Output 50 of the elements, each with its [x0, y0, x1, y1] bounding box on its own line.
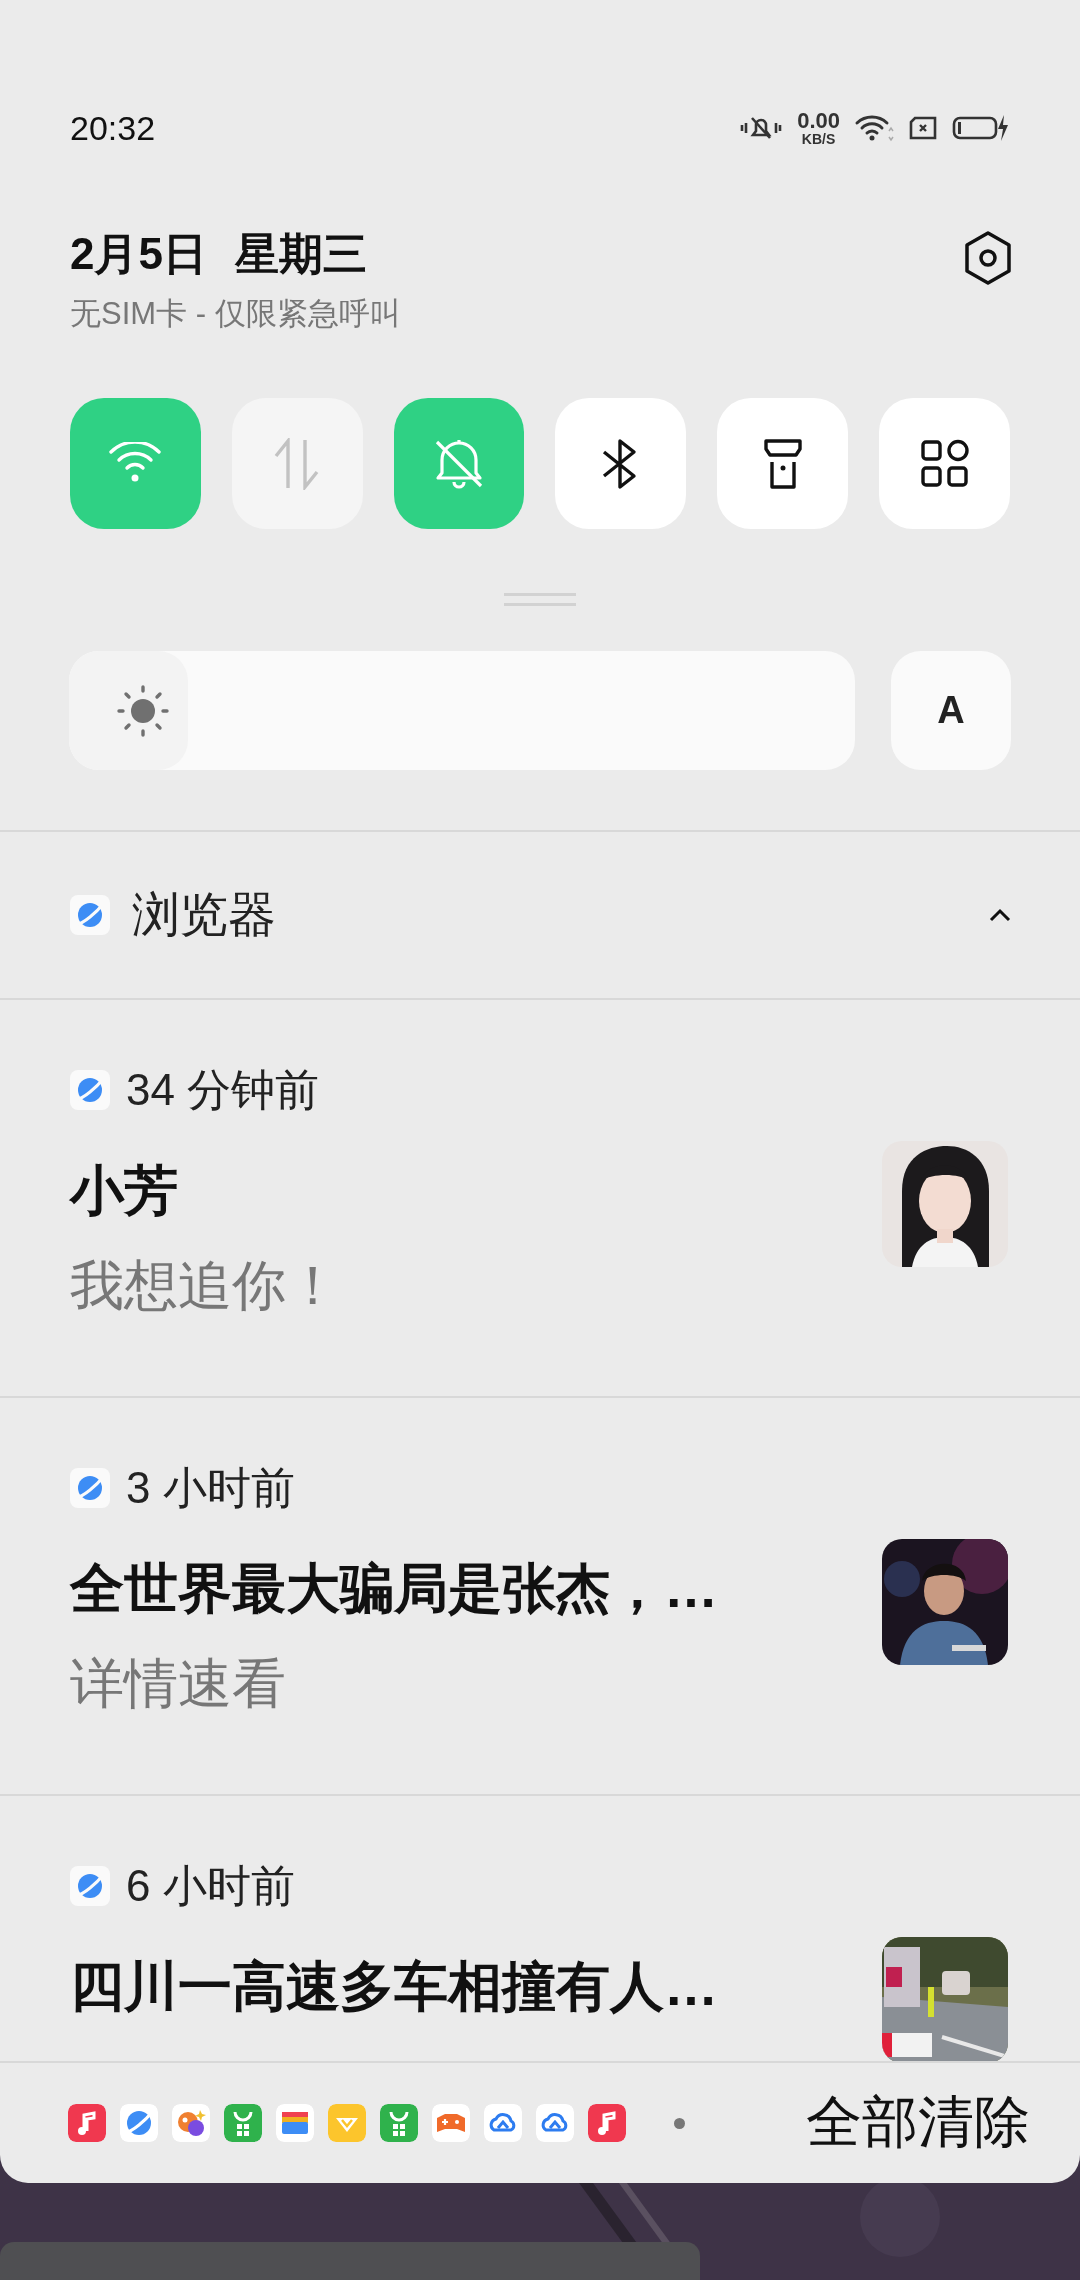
app-name: 浏览器 — [132, 887, 277, 943]
weekday-text: 星期三 — [234, 228, 367, 280]
network-speed: 0.00 — [797, 110, 840, 132]
apps-grid-icon — [919, 438, 970, 489]
notification-body: 详情速看 — [70, 1652, 287, 1715]
notification-card[interactable]: 34 分钟前 小芳 我想追你！ — [0, 1000, 1080, 1398]
wifi-icon — [854, 113, 894, 143]
cloud-app-icon[interactable] — [484, 2104, 522, 2142]
browser-app-icon[interactable] — [120, 2104, 158, 2142]
sim-card-icon — [908, 115, 938, 141]
game-app-icon[interactable] — [432, 2104, 470, 2142]
notification-body: 我想追你！ — [70, 1254, 340, 1317]
flashlight-toggle[interactable] — [717, 398, 849, 529]
wifi-toggle[interactable] — [70, 398, 201, 529]
chevron-up-icon[interactable] — [988, 907, 1012, 923]
clear-all-button[interactable]: 全部清除 — [806, 2085, 1030, 2161]
browser-icon — [70, 1866, 110, 1906]
more-dot — [674, 2117, 685, 2129]
notification-title: 四川一高速多车相撞有人… — [70, 1955, 718, 2018]
notification-time: 34 分钟前 — [126, 1064, 320, 1116]
speed-unit: KB/S — [801, 132, 836, 146]
cloud-app-icon[interactable] — [536, 2104, 574, 2142]
notification-time: 3 小时前 — [126, 1462, 295, 1514]
notification-title: 全世界最大骗局是张杰，… — [70, 1557, 718, 1620]
store-app-icon[interactable] — [380, 2104, 418, 2142]
battery-charging-icon — [952, 113, 1010, 143]
flashlight-icon — [762, 437, 803, 490]
notification-time: 6 小时前 — [126, 1860, 295, 1912]
settings-icon[interactable] — [962, 230, 1014, 286]
bluetooth-toggle[interactable] — [555, 398, 687, 529]
date-text: 2月5日 — [70, 228, 207, 280]
store-app-icon[interactable] — [224, 2104, 262, 2142]
notification-title: 小芳 — [70, 1159, 179, 1222]
music-app-icon[interactable] — [68, 2104, 106, 2142]
paint-app-icon[interactable] — [172, 2104, 210, 2142]
sun-icon — [117, 684, 169, 737]
sim-status: 无SIM卡 - 仅限紧急呼叫 — [70, 295, 401, 333]
brightness-slider[interactable] — [69, 651, 855, 770]
apps-toggle[interactable] — [879, 398, 1010, 529]
wallet-app-icon[interactable] — [276, 2104, 314, 2142]
clock-time: 20:32 — [70, 108, 156, 148]
mute-toggle[interactable] — [393, 398, 525, 529]
bell-off-icon — [434, 437, 485, 490]
browser-icon — [70, 1468, 110, 1508]
notification-card[interactable]: 3 小时前 全世界最大骗局是张杰，… 详情速看 — [0, 1398, 1080, 1796]
music-app-icon[interactable] — [588, 2104, 626, 2142]
auto-brightness-button[interactable]: A — [891, 651, 1011, 770]
browser-icon — [70, 895, 110, 935]
browser-icon — [70, 1070, 110, 1110]
drag-handle[interactable] — [504, 593, 576, 606]
